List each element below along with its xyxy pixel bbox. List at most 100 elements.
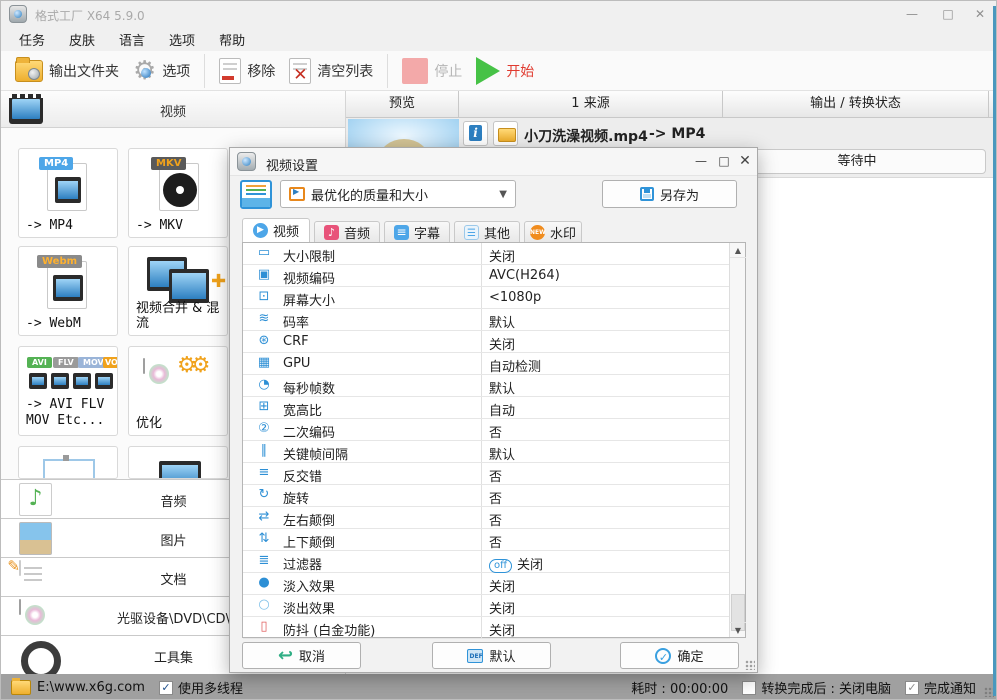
setting-row-two-pass[interactable]: ② 二次编码 否 (243, 419, 730, 441)
output-path[interactable]: E:\www.x6g.com (37, 680, 145, 695)
setting-row-bitrate[interactable]: ≋ 码率 默认 (243, 309, 730, 331)
profile-dropdown[interactable]: 最优化的质量和大小 ▼ (280, 180, 516, 208)
dialog-resize-grip[interactable] (745, 660, 755, 670)
dialog-minimize-button[interactable]: — (692, 154, 710, 170)
aspect-ratio-icon: ⊞ (258, 399, 270, 414)
setting-row-gpu[interactable]: ▦ GPU 自动检测 (243, 353, 730, 375)
check-circle-icon: ✓ (655, 647, 672, 664)
open-folder-button[interactable] (493, 121, 518, 146)
title-bar: 格式工厂 X64 5.9.0 — □ ✕ (1, 1, 996, 27)
default-label: 默认 (489, 650, 516, 665)
card-to-mkv[interactable]: MKV -> MKV (128, 148, 228, 238)
bitrate-icon: ≋ (258, 311, 270, 326)
tab-subtitle[interactable]: 字幕 (384, 221, 450, 242)
menu-task[interactable]: 任务 (19, 30, 45, 49)
menu-options[interactable]: 选项 (169, 30, 195, 49)
scroll-down-arrow-icon[interactable]: ▼ (730, 622, 746, 637)
setting-row-rotate[interactable]: ↻ 旋转 否 (243, 485, 730, 507)
card-partial-right[interactable] (128, 446, 228, 479)
close-button[interactable]: ✕ (969, 7, 991, 23)
setting-row-video-encoder[interactable]: ▣ 视频编码 AVC(H264) (243, 265, 730, 287)
setting-row-filter[interactable]: ≣ 过滤器 off 关闭 (243, 551, 730, 573)
dialog-maximize-button[interactable]: □ (715, 154, 733, 170)
card-to-webm[interactable]: Webm -> WebM (18, 246, 118, 336)
card-to-avi-flv-mov[interactable]: AVI FLV MOV VOB -> AVI FLV MOV Etc... (18, 346, 118, 436)
default-button[interactable]: 默认 (432, 642, 551, 669)
card-to-mp4[interactable]: MP4 -> MP4 (18, 148, 118, 238)
maximize-button[interactable]: □ (937, 7, 959, 23)
setting-row-fade-out[interactable]: ○ 淡出效果 关闭 (243, 595, 730, 617)
ok-button[interactable]: ✓ 确定 (620, 642, 739, 669)
file-type-icons (29, 373, 47, 389)
options-button[interactable]: ⚙ 选项 (133, 58, 190, 84)
setting-row-screen-size[interactable]: ⊡ 屏幕大小 <1080p (243, 287, 730, 309)
setting-row-deinterlace[interactable]: ≡ 反交错 否 (243, 463, 730, 485)
window-title: 格式工厂 X64 5.9.0 (35, 9, 145, 23)
file-type-icons (95, 373, 113, 389)
setting-row-aspect-ratio[interactable]: ⊞ 宽高比 自动 (243, 397, 730, 419)
tab-audio[interactable]: 音频 (314, 221, 380, 242)
card-video-join-mux[interactable]: ✚ 视频合并 & 混流 (128, 246, 228, 336)
video-settings-table: ▭ 大小限制 关闭 ▣ 视频编码 AVC(H264) ⊡ 屏幕大小 <1080p (242, 242, 746, 639)
multithread-label: 使用多线程 (177, 682, 243, 697)
menu-help[interactable]: 帮助 (219, 30, 245, 49)
table-scrollbar[interactable]: ▲ ▼ (729, 243, 746, 637)
cancel-button[interactable]: ↩ 取消 (242, 642, 361, 669)
fade-in-icon: ● (258, 575, 270, 590)
fps-icon: ◔ (258, 377, 270, 392)
stop-label: 停止 (434, 63, 463, 80)
setting-row-keyframe-interval[interactable]: ∥ 关键帧间隔 默认 (243, 441, 730, 463)
card-label: -> WebM (26, 316, 81, 331)
output-path-icon[interactable] (11, 678, 31, 695)
dialog-title-bar[interactable]: 视频设置 — □ ✕ (230, 148, 757, 176)
video-tab-icon (252, 223, 268, 238)
column-output-status: 输出 / 转换状态 (723, 91, 989, 117)
default-doc-icon (467, 648, 484, 663)
setting-row-fps[interactable]: ◔ 每秒帧数 默认 (243, 375, 730, 397)
remove-button[interactable]: 移除 (219, 57, 275, 84)
setting-row-crf[interactable]: ⊛ CRF 关闭 (243, 331, 730, 353)
card-partial-left[interactable] (18, 446, 118, 479)
crf-icon: ⊛ (258, 333, 270, 348)
profile-film-icon (289, 187, 305, 201)
save-as-button[interactable]: 另存为 (602, 180, 737, 208)
floppy-icon (639, 187, 654, 201)
profile-selected: 最优化的质量和大小 (311, 188, 429, 204)
tab-video[interactable]: 视频 (242, 218, 310, 242)
status-bar: E:\www.x6g.com ✓ 使用多线程 耗时 : 00:00:00 转换完… (1, 674, 996, 699)
card-label: -> AVI FLV MOV Etc... (26, 397, 105, 428)
reel-icon (163, 173, 197, 207)
menu-language[interactable]: 语言 (119, 30, 145, 49)
video-settings-dialog: 视频设置 — □ ✕ 最优化的质量和大小 ▼ 另存为 视频 音频 (229, 147, 758, 673)
notify-checkbox[interactable]: ✓ (904, 680, 919, 695)
shutdown-after-checkbox[interactable] (742, 680, 757, 695)
card-optimize[interactable]: ⚙⚙ 优化 (128, 346, 228, 436)
info-button[interactable] (463, 121, 488, 146)
shutdown-after-label: 转换完成后 : 关闭电脑 (761, 682, 891, 697)
setting-row-fade-in[interactable]: ● 淡入效果 关闭 (243, 573, 730, 595)
setting-row-stabilize[interactable]: ▯ 防抖 (白金功能) 关闭 (243, 617, 730, 639)
source-filename: 小刀洗澡视频.mp4 (524, 129, 648, 145)
menu-skin[interactable]: 皮肤 (69, 30, 95, 49)
stop-button[interactable]: 停止 (402, 57, 463, 84)
subtitle-tab-icon (393, 224, 409, 240)
tab-watermark[interactable]: 水印 (524, 221, 582, 242)
setting-row-flip-vertical[interactable]: ⇅ 上下颠倒 否 (243, 529, 730, 551)
mkv-badge: MKV (151, 157, 187, 170)
chevron-down-icon: ▼ (499, 188, 507, 200)
multithread-checkbox[interactable]: ✓ (158, 680, 173, 695)
video-section-label: 视频 (159, 105, 186, 120)
minimize-button[interactable]: — (901, 7, 923, 23)
tab-other[interactable]: 其他 (454, 221, 520, 242)
card-label: 视频合并 & 混流 (136, 301, 220, 331)
video-section-header[interactable]: 视频 (1, 91, 345, 128)
screen-size-icon: ⊡ (258, 289, 270, 304)
clear-list-button[interactable]: 清空列表 (289, 57, 373, 85)
scroll-up-arrow-icon[interactable]: ▲ (730, 243, 746, 258)
setting-row-size-limit[interactable]: ▭ 大小限制 关闭 (243, 243, 730, 265)
flip-vertical-icon: ⇅ (258, 531, 270, 546)
setting-row-flip-horizontal[interactable]: ⇄ 左右颠倒 否 (243, 507, 730, 529)
output-folder-button[interactable]: 输出文件夹 (15, 56, 119, 82)
start-button[interactable]: 开始 (476, 56, 534, 85)
dialog-close-button[interactable]: ✕ (736, 154, 754, 170)
